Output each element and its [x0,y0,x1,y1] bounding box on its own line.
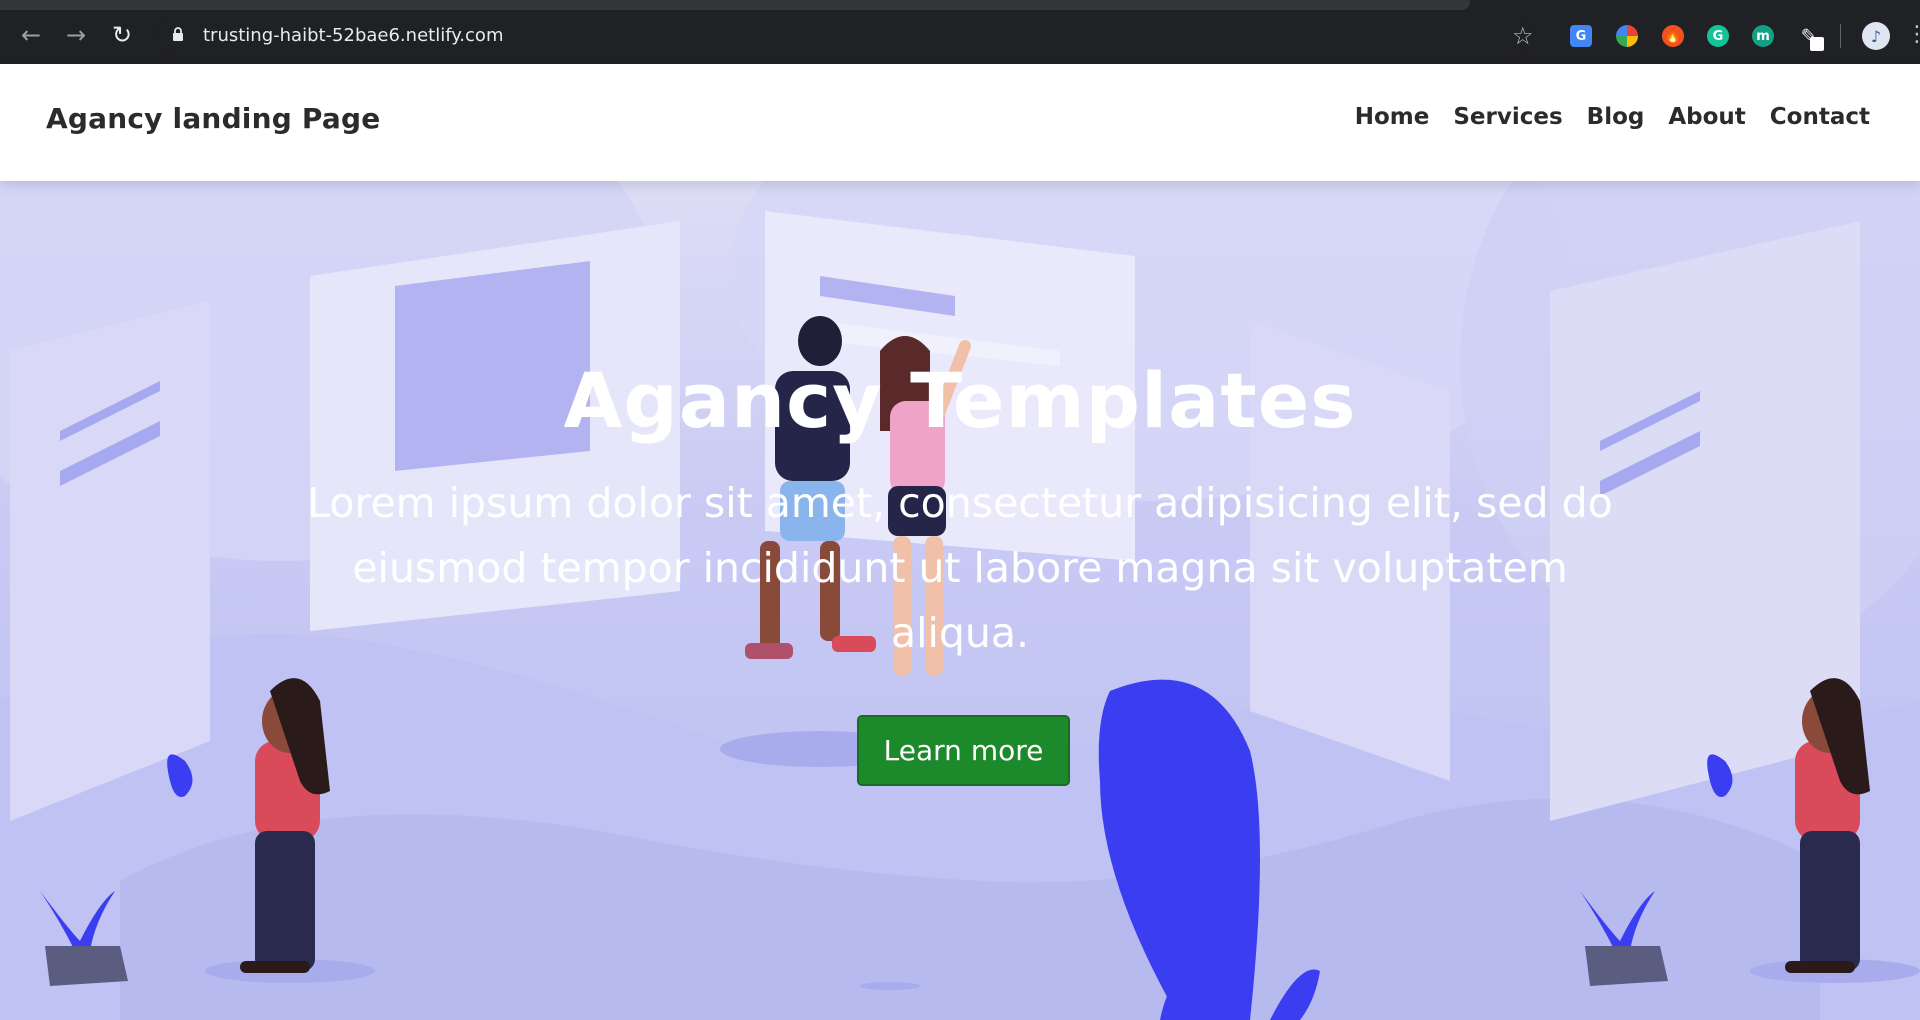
hero-section: Agancy Templates Lorem ipsum dolor sit a… [0,181,1920,1020]
hero-title: Agancy Templates [563,356,1357,445]
profile-avatar-icon[interactable]: ♪ [1862,22,1890,50]
url-text[interactable]: trusting-haibt-52bae6.netlify.com [203,25,503,46]
back-arrow-icon[interactable]: ← [16,20,46,50]
browser-toolbar: ← → ↻ trusting-haibt-52bae6.netlify.com … [0,0,1920,64]
hero-content: Agancy Templates Lorem ipsum dolor sit a… [0,181,1920,1020]
reload-icon[interactable]: ↻ [107,20,137,50]
active-tab[interactable] [0,0,1470,10]
nav-services[interactable]: Services [1453,104,1562,130]
nav-about[interactable]: About [1668,104,1745,130]
tab-strip [0,0,1920,10]
m-extension-icon[interactable]: m [1752,25,1774,47]
extension-badge [1810,37,1824,51]
address-bar[interactable]: trusting-haibt-52bae6.netlify.com [155,17,1535,55]
learn-more-button[interactable]: Learn more [857,715,1070,786]
lock-icon [173,27,183,41]
site-header: Agancy landing Page Home Services Blog A… [0,64,1920,181]
brand-title[interactable]: Agancy landing Page [46,102,380,135]
pen-extension-icon[interactable]: ✎ [1798,24,1824,51]
forward-arrow-icon[interactable]: → [61,20,91,50]
main-nav: Home Services Blog About Contact [1355,104,1870,130]
fire-extension-icon[interactable]: 🔥 [1662,25,1684,47]
translate-extension-icon[interactable]: G [1570,25,1592,47]
grammarly-extension-icon[interactable]: G [1707,25,1729,47]
color-extension-icon[interactable] [1616,25,1638,47]
nav-contact[interactable]: Contact [1770,104,1870,130]
nav-blog[interactable]: Blog [1587,104,1645,130]
toolbar-divider [1840,24,1841,48]
hero-description: Lorem ipsum dolor sit amet, consectetur … [307,479,1613,657]
star-icon[interactable]: ☆ [1512,22,1534,50]
menu-icon[interactable]: ⋮ [1906,22,1920,47]
nav-home[interactable]: Home [1355,104,1430,130]
